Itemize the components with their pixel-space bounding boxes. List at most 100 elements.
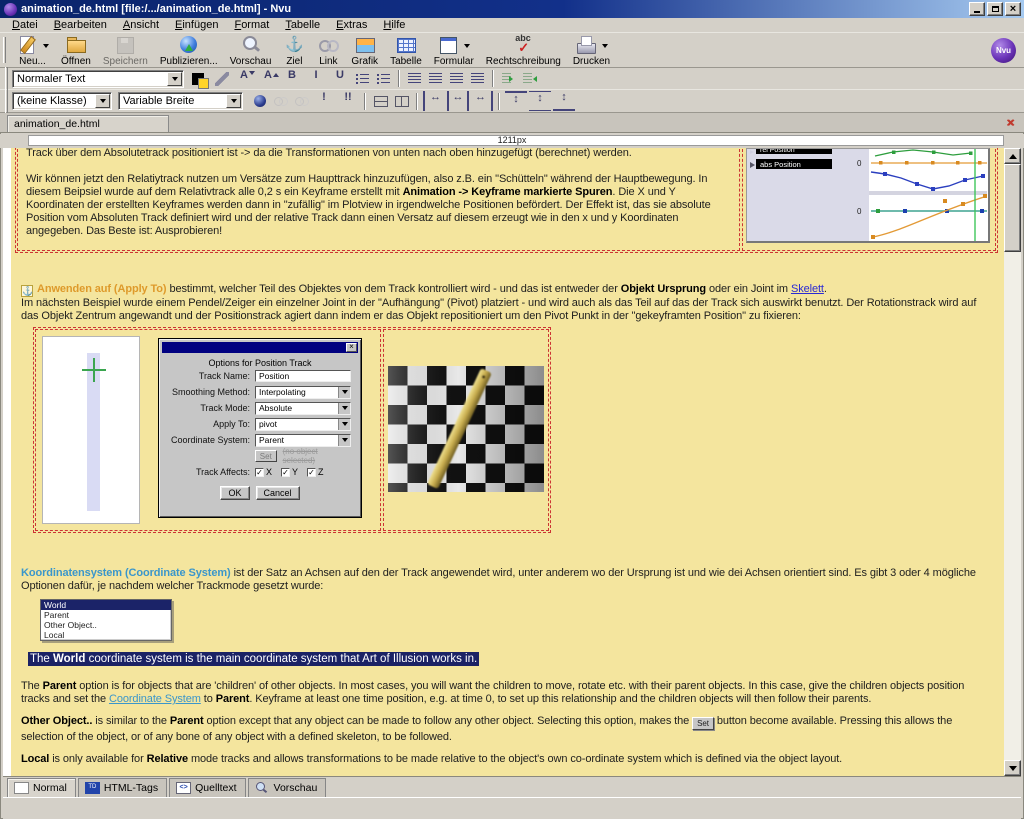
menu-format[interactable]: Format [226,18,277,32]
print-button[interactable]: Drucken [567,34,616,67]
increase-font-size-icon[interactable]: A [257,69,279,88]
tab-vorschau[interactable]: Vorschau [247,778,327,797]
indent-icon[interactable] [499,69,518,88]
table-join-icon[interactable] [371,92,390,111]
preview-magnifier-icon [255,781,270,794]
doc-text: option except that any object can be mad… [203,715,693,727]
decrease-font-size-icon[interactable]: A [233,69,255,88]
doc-text: Local [21,753,50,765]
link-button[interactable]: Link [311,34,345,67]
strong-emphasis-icon[interactable]: !! [337,91,359,111]
dropdown-arrow-icon[interactable] [601,43,608,51]
document-page: Track über dem Absolutetrack positionier… [11,148,1004,776]
bold-icon[interactable]: B [281,69,303,88]
window-controls: × [969,2,1021,16]
align-bottom-icon[interactable]: ↕ [553,91,575,111]
minimize-button[interactable] [969,2,985,16]
underline-icon[interactable]: U [329,69,351,88]
form-button[interactable]: Formular [428,34,480,67]
decrease-width-icon[interactable]: ↔ [423,91,445,111]
doc-text: Track über dem Absolutetrack positionier… [26,148,632,159]
chevron-down-icon[interactable] [167,71,182,86]
preview-button[interactable]: Vorschau [224,34,278,67]
increase-width-icon[interactable]: ↔ [471,91,493,111]
publish-button[interactable]: Publizieren... [154,34,224,67]
dropdown-arrow-icon[interactable] [464,43,471,51]
menu-bearbeiten[interactable]: Bearbeiten [46,18,115,32]
insert-link-globe-icon[interactable] [250,92,269,111]
align-center-icon[interactable] [426,69,445,88]
scroll-down-button[interactable] [1004,760,1021,776]
align-justify-icon[interactable] [468,69,487,88]
bullet-list-icon[interactable] [374,69,393,88]
toolbar-grip[interactable] [5,89,8,116]
spellcheck-button[interactable]: Rechtschreibung [480,33,567,67]
ruler: 1211px [0,134,1024,148]
menu-ansicht[interactable]: Ansicht [115,18,167,32]
doc-link[interactable]: Coordinate System [109,693,201,705]
plotview-screenshot-image: rel Position abs Position 0 0 [746,148,990,243]
remove-anchor-icon[interactable] [292,92,311,111]
emphasis-icon[interactable]: ! [313,91,335,111]
new-button[interactable]: Neu... [10,34,55,67]
svg-text:0: 0 [857,159,862,168]
printer-icon [575,35,597,55]
css-class-select[interactable]: (keine Klasse) [12,92,112,110]
italic-icon[interactable]: I [305,69,327,88]
scroll-up-button[interactable] [1004,148,1021,164]
menu-extras[interactable]: Extras [328,18,375,32]
align-top-icon[interactable]: ↕ [505,91,527,111]
title-bar: animation_de.html [file:/.../animation_d… [0,0,1024,18]
menu-einfuegen[interactable]: Einfügen [167,18,226,32]
scrollbar-thumb[interactable] [1004,164,1021,252]
anchor-target-button[interactable]: ⚓ Ziel [277,34,311,67]
document-tab-bar: animation_de.html × [0,113,1024,133]
inline-set-button-image[interactable]: Set [692,717,714,730]
dropdown-arrow-icon[interactable] [43,43,49,51]
listbox-item: World [41,600,171,610]
tab-html-tags[interactable]: HTML-Tags [77,778,168,797]
doc-table-1: Track über dem Absolutetrack positionier… [15,148,998,253]
open-button[interactable]: Öffnen [55,34,97,67]
cancel-button: Cancel [255,486,300,500]
paragraph: Koordinatensystem (Coordinate System) is… [21,567,994,593]
outdent-icon[interactable] [520,69,539,88]
doc-link[interactable]: Skelett [791,283,824,295]
chevron-down-icon[interactable] [226,94,241,108]
checkbox-z: ✓ Z [307,467,324,477]
vertical-scrollbar[interactable] [1004,148,1021,776]
numbered-list-icon[interactable] [353,69,372,88]
save-button[interactable]: Speichern [97,34,154,67]
close-icon: × [1009,3,1017,15]
tab-quelltext[interactable]: Quelltext [169,778,246,797]
editor-canvas[interactable]: Track über dem Absolutetrack positionier… [3,148,1004,776]
align-right-icon[interactable] [447,69,466,88]
paragraph-format-select[interactable]: Normaler Text [12,69,184,88]
table-split-icon[interactable] [392,92,411,111]
html-tags-icon [84,781,100,794]
close-button[interactable]: × [1005,2,1021,16]
align-middle-icon[interactable]: ↕ [529,91,551,111]
toolbar-grip[interactable] [3,37,6,63]
align-left-icon[interactable] [405,69,424,88]
restore-button[interactable] [987,2,1003,16]
text-color-swatch-icon[interactable] [191,69,210,89]
chevron-down-icon[interactable] [95,94,110,108]
status-bar [3,797,1021,819]
menu-tabelle[interactable]: Tabelle [277,18,328,32]
doc-text: Parent [169,715,204,727]
table-button[interactable]: Tabelle [384,34,428,67]
close-tab-icon[interactable]: × [1006,116,1014,129]
image-button[interactable]: Grafik [345,34,384,67]
highlight-color-icon[interactable] [212,69,231,88]
auto-width-icon[interactable]: ↔ [447,91,469,111]
unlink-icon[interactable] [271,92,290,111]
tab-normal[interactable]: Normal [7,778,76,797]
paragraph: Wir können jetzt den Relatiytrack nutzen… [26,173,731,238]
menu-hilfe[interactable]: Hilfe [375,18,413,32]
doc-text: Parent [215,693,250,705]
font-select[interactable]: Variable Breite [118,92,243,110]
menu-datei[interactable]: Datei [4,18,46,32]
document-tab[interactable]: animation_de.html [7,115,169,132]
form-icon [437,35,459,55]
